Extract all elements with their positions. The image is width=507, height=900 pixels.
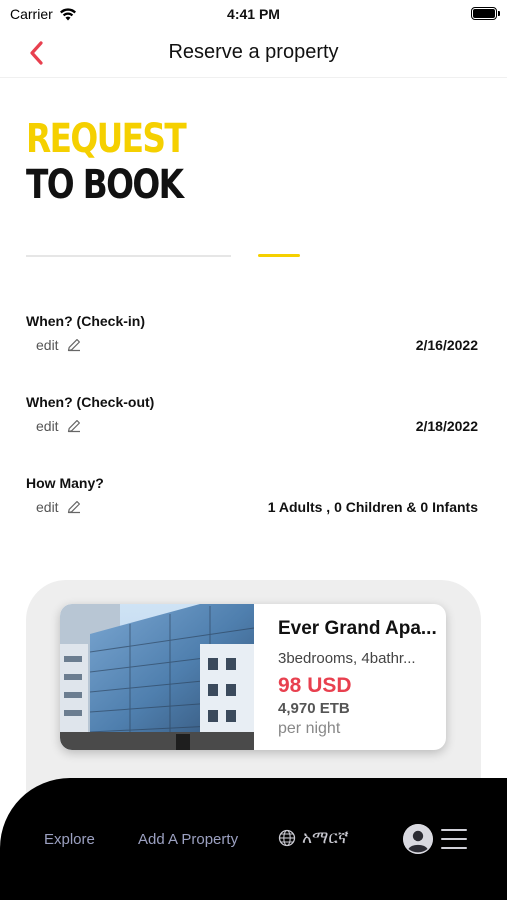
- heading-line-to-book: TO BOOK: [26, 162, 184, 208]
- bottom-navigation: Explore Add A Property አማርኛ: [0, 778, 507, 900]
- check-out-edit-button[interactable]: edit: [36, 418, 82, 434]
- check-in-edit-button[interactable]: edit: [36, 337, 82, 353]
- step-indicator-active: [258, 254, 300, 257]
- user-avatar-icon[interactable]: [403, 824, 433, 854]
- check-out-field: When? (Check-out) edit 2/18/2022: [26, 394, 478, 444]
- per-night-label: per night: [278, 720, 341, 737]
- check-in-label: When? (Check-in): [26, 313, 145, 329]
- battery-icon: [471, 7, 500, 20]
- status-bar: Carrier 4:41 PM: [0, 0, 507, 28]
- edit-label: edit: [36, 499, 59, 515]
- guests-field: How Many? edit 1 Adults , 0 Children & 0…: [26, 475, 478, 525]
- hamburger-menu-icon[interactable]: [441, 828, 467, 850]
- check-out-label: When? (Check-out): [26, 394, 155, 410]
- guests-label: How Many?: [26, 475, 104, 491]
- clock: 4:41 PM: [227, 6, 280, 22]
- pencil-icon: [67, 501, 80, 514]
- check-in-field: When? (Check-in) edit 2/16/2022: [26, 313, 478, 363]
- property-photo: [60, 604, 254, 750]
- navigation-bar: Reserve a property: [0, 28, 507, 78]
- check-in-date: 2/16/2022: [415, 337, 478, 353]
- step-indicator-inactive: [26, 255, 231, 257]
- guests-count: 1 Adults , 0 Children & 0 Infants: [267, 499, 478, 515]
- language-label: አማርኛ: [302, 828, 349, 847]
- language-switcher[interactable]: አማርኛ: [278, 828, 349, 848]
- nav-add-property[interactable]: Add A Property: [138, 831, 238, 848]
- request-to-book-heading: REQUEST TO BOOK: [26, 116, 187, 208]
- pencil-icon: [67, 420, 80, 433]
- property-rooms: 3bedrooms, 4bathr...: [278, 650, 416, 667]
- heading-line-request: REQUEST: [26, 116, 187, 162]
- check-out-date: 2/18/2022: [415, 418, 478, 434]
- pencil-icon: [67, 339, 80, 352]
- nav-explore[interactable]: Explore: [44, 831, 95, 848]
- edit-label: edit: [36, 418, 59, 434]
- guests-edit-button[interactable]: edit: [36, 499, 82, 515]
- price-usd: 98 USD: [278, 674, 352, 697]
- edit-label: edit: [36, 337, 59, 353]
- property-name: Ever Grand Apa...: [278, 618, 437, 639]
- globe-icon: [278, 829, 296, 847]
- page-title: Reserve a property: [168, 41, 339, 63]
- property-card[interactable]: Ever Grand Apa... 3bedrooms, 4bathr... 9…: [60, 604, 446, 750]
- price-etb: 4,970 ETB: [278, 700, 350, 717]
